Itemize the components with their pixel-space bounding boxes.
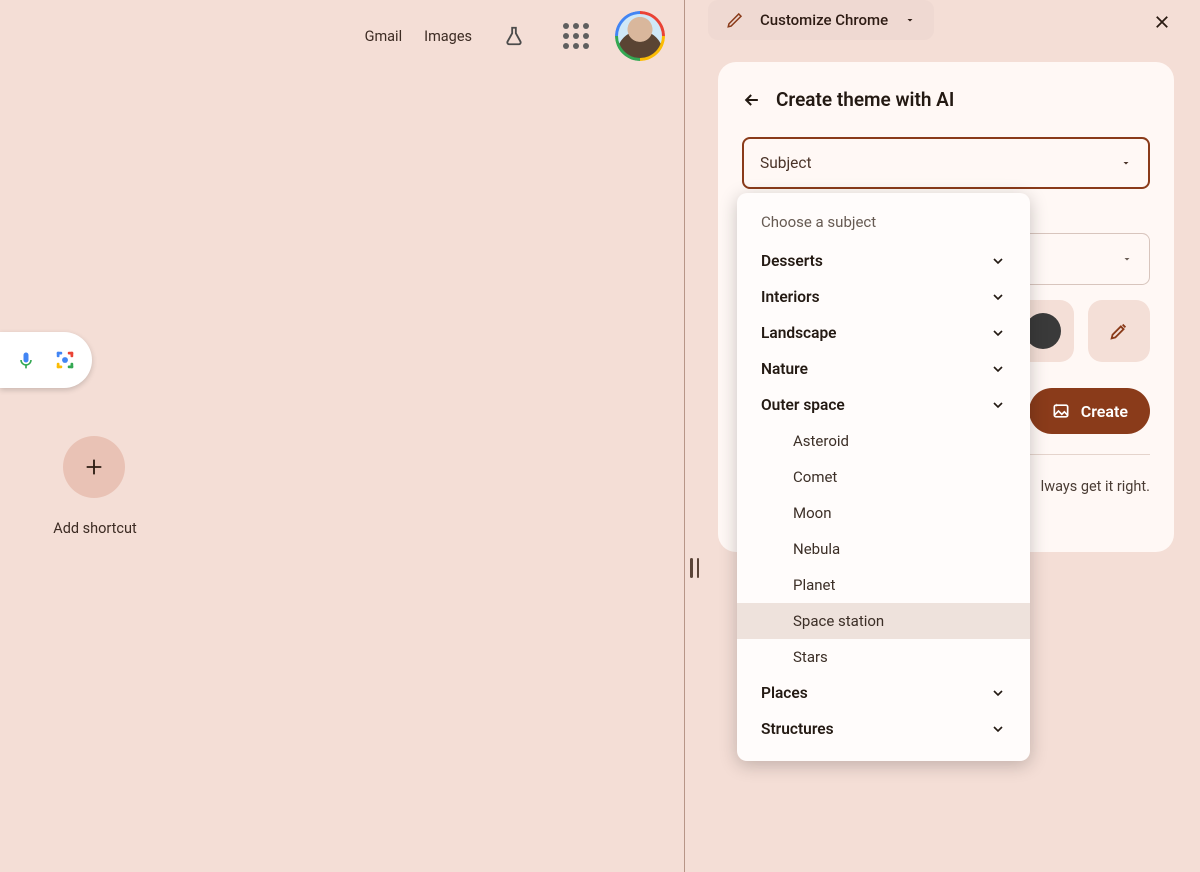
close-panel-button[interactable] [1146,6,1178,38]
gmail-link[interactable]: Gmail [365,28,403,45]
ntp-area: Gmail Images Add shortcut [0,0,684,872]
panel-divider [684,0,685,872]
subject-option-moon[interactable]: Moon [737,495,1030,531]
category-landscape[interactable]: Landscape [737,315,1030,351]
back-arrow-icon[interactable] [742,90,762,110]
apps-grid-icon[interactable] [556,16,596,56]
subject-option-comet[interactable]: Comet [737,459,1030,495]
create-button[interactable]: Create [1029,388,1150,434]
subject-option-planet[interactable]: Planet [737,567,1030,603]
lens-icon[interactable] [54,349,76,371]
caret-down-icon [904,14,916,26]
add-shortcut-button[interactable] [63,436,125,498]
customize-chrome-label: Customize Chrome [760,11,888,29]
subject-dropdown[interactable]: Subject [742,137,1150,189]
search-pill[interactable] [0,332,92,388]
topbar: Gmail Images [365,14,662,58]
category-interiors[interactable]: Interiors [737,279,1030,315]
subject-option-nebula[interactable]: Nebula [737,531,1030,567]
category-nature[interactable]: Nature [737,351,1030,387]
panel-title: Create theme with AI [776,88,954,111]
avatar[interactable] [618,14,662,58]
pencil-icon [726,11,744,29]
subject-label: Subject [760,154,812,172]
color-picker-button[interactable] [1088,300,1150,362]
add-shortcut-label: Add shortcut [0,520,190,537]
category-outer-space[interactable]: Outer space [737,387,1030,423]
subject-option-space-station[interactable]: Space station [737,603,1030,639]
subject-option-asteroid[interactable]: Asteroid [737,423,1030,459]
subject-popover: Choose a subject DessertsInteriorsLandsc… [737,193,1030,761]
subject-option-stars[interactable]: Stars [737,639,1030,675]
category-desserts[interactable]: Desserts [737,243,1030,279]
resize-handle[interactable] [690,558,699,578]
caret-down-icon [1121,253,1133,265]
create-button-label: Create [1081,402,1128,421]
images-link[interactable]: Images [424,28,472,45]
popover-hint: Choose a subject [737,193,1030,243]
color-row [1012,300,1150,362]
customize-chrome-chip[interactable]: Customize Chrome [708,0,934,40]
image-sparkle-icon [1051,401,1071,421]
ai-disclaimer: lways get it right. [1041,478,1150,495]
caret-down-icon [1120,157,1132,169]
mic-icon[interactable] [16,350,36,370]
category-places[interactable]: Places [737,675,1030,711]
category-structures[interactable]: Structures [737,711,1030,747]
labs-icon[interactable] [494,16,534,56]
